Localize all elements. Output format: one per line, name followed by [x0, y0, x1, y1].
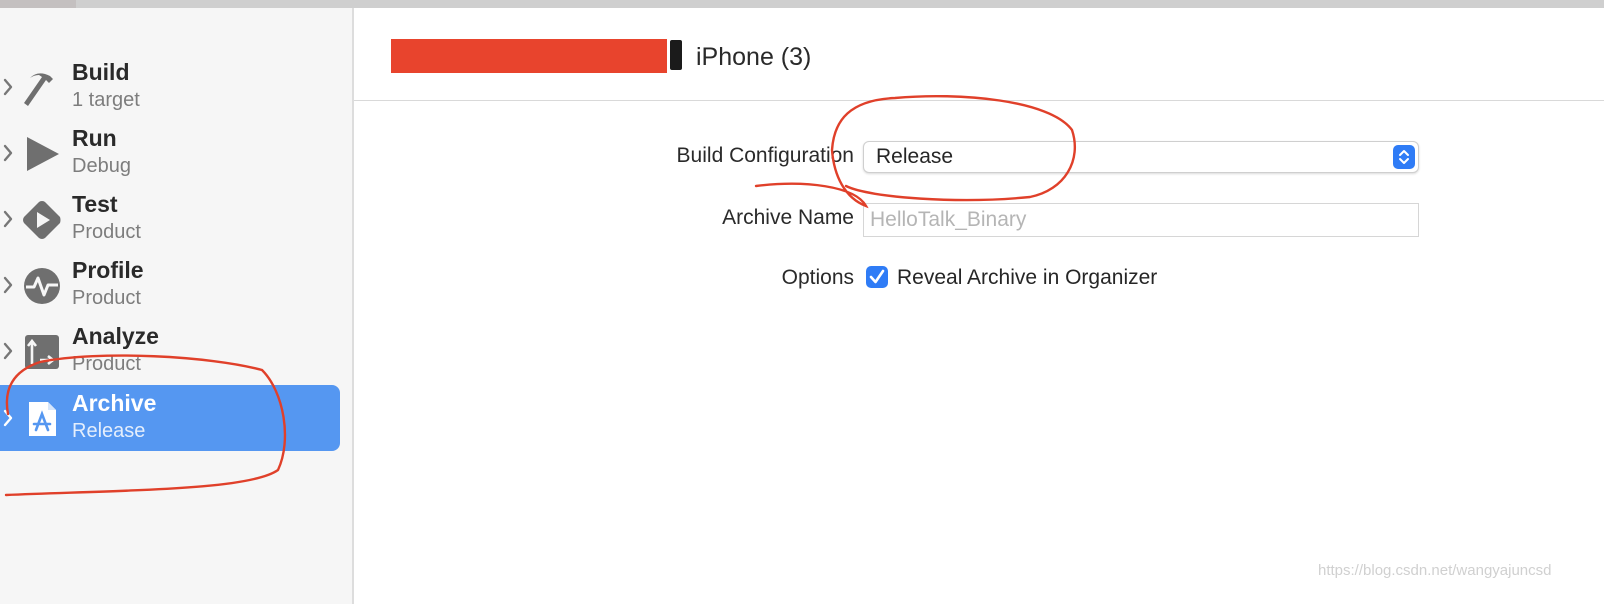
scheme-actions-sidebar: Build 1 target Run Debug Test Product Pr…	[0, 8, 352, 604]
play-icon	[22, 134, 62, 174]
analyze-icon	[22, 332, 62, 372]
popup-up-down-icon	[1393, 145, 1415, 169]
sidebar-item-profile[interactable]: Profile Product	[0, 252, 340, 318]
sidebar-item-archive[interactable]: Archive Release	[0, 385, 340, 451]
sidebar-item-test[interactable]: Test Product	[0, 186, 340, 252]
sidebar-item-subtitle: Debug	[72, 155, 131, 177]
destination-device-name[interactable]: iPhone (3)	[696, 43, 811, 72]
reveal-archive-checkbox[interactable]	[866, 266, 888, 288]
instruments-gauge-icon	[22, 266, 62, 306]
sidebar-item-title: Archive	[72, 390, 157, 416]
disclosure-chevron-icon[interactable]	[0, 75, 22, 99]
window-top-strip	[0, 0, 1604, 8]
watermark-text: https://blog.csdn.net/wangyajuncsd	[1318, 562, 1552, 579]
sidebar-item-title: Build	[72, 59, 130, 85]
build-configuration-label: Build Configuration	[676, 144, 854, 167]
sidebar-item-title: Analyze	[72, 323, 159, 349]
archive-settings-panel: iPhone (3) Build Configuration Release A…	[354, 8, 1604, 604]
sidebar-item-run[interactable]: Run Debug	[0, 120, 340, 186]
sidebar-item-build[interactable]: Build 1 target	[0, 54, 340, 120]
sidebar-item-title: Profile	[72, 257, 144, 283]
build-configuration-popup[interactable]: Release	[863, 141, 1419, 173]
sidebar-item-subtitle: Product	[72, 221, 141, 243]
archive-name-input[interactable]	[864, 204, 1418, 236]
sidebar-item-subtitle: 1 target	[72, 89, 140, 111]
hammer-icon	[22, 68, 62, 108]
scheme-destination-header: iPhone (3)	[354, 8, 1604, 101]
reveal-archive-label[interactable]: Reveal Archive in Organizer	[897, 266, 1157, 290]
sidebar-item-title: Test	[72, 191, 118, 217]
disclosure-chevron-icon[interactable]	[0, 406, 22, 430]
archive-name-label: Archive Name	[722, 206, 854, 229]
iphone-icon	[670, 40, 682, 70]
build-configuration-value: Release	[876, 145, 954, 168]
sidebar-item-subtitle: Product	[72, 287, 141, 309]
test-diamond-icon	[22, 200, 62, 240]
disclosure-chevron-icon[interactable]	[0, 141, 22, 165]
disclosure-chevron-icon[interactable]	[0, 207, 22, 231]
archive-app-icon	[22, 399, 62, 439]
sidebar-item-subtitle: Release	[72, 420, 146, 442]
sidebar-item-title: Run	[72, 125, 117, 151]
options-label: Options	[781, 266, 854, 289]
redaction-mark	[391, 39, 667, 73]
sidebar-item-subtitle: Product	[72, 353, 141, 375]
sidebar-item-analyze[interactable]: Analyze Product	[0, 318, 340, 384]
archive-name-field[interactable]	[863, 203, 1419, 237]
disclosure-chevron-icon[interactable]	[0, 339, 22, 363]
window-top-segment	[0, 0, 76, 8]
disclosure-chevron-icon[interactable]	[0, 273, 22, 297]
